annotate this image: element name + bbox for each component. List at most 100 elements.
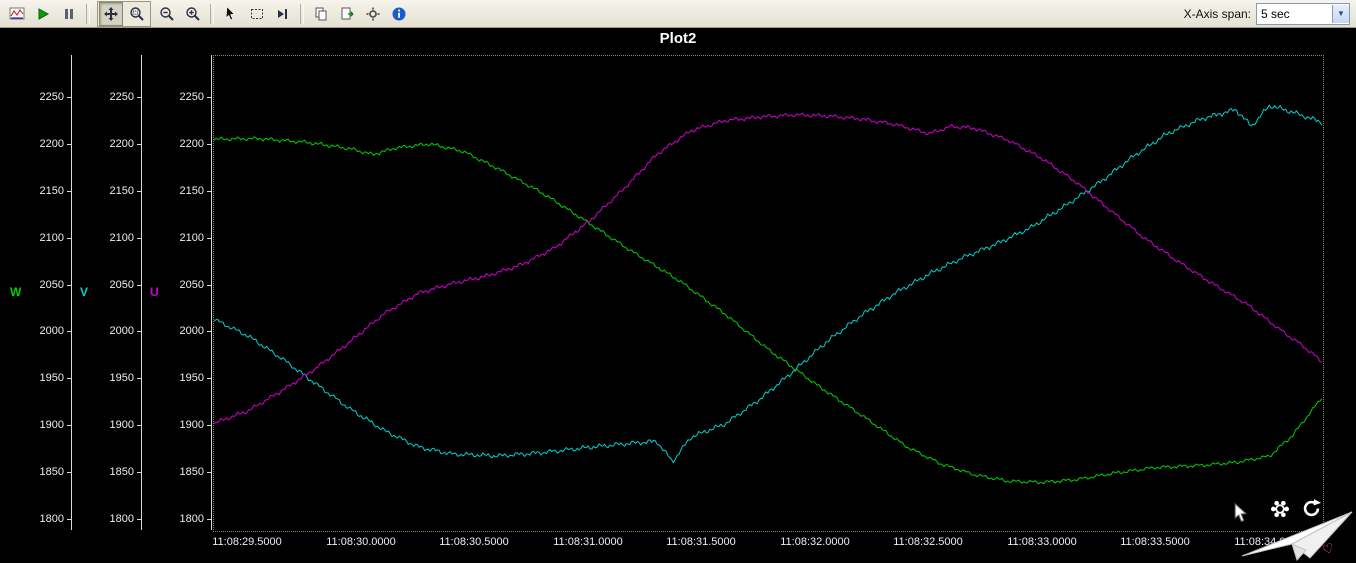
y-tick-label: 2050 — [39, 279, 64, 291]
y-tickmark — [67, 472, 71, 473]
y-tickmark — [67, 425, 71, 426]
toolbar-separator — [210, 3, 214, 24]
y-tick-label: 2250 — [109, 91, 134, 103]
cursor-tool-button[interactable] — [219, 2, 243, 26]
x-tick-label: 11:08:30.0000 — [326, 536, 396, 548]
y-tickmark — [207, 331, 211, 332]
trace-w — [214, 136, 1323, 485]
cursor-step-icon — [278, 8, 287, 19]
x-tick-label: 11:08:33.5000 — [1120, 536, 1190, 548]
pan-icon — [104, 6, 118, 21]
y-tick-label: 1900 — [39, 419, 64, 431]
y-tickmark — [207, 285, 211, 286]
plot-area[interactable] — [213, 55, 1324, 532]
y-tick-label: 2100 — [109, 232, 134, 244]
cursor-step-tool-button[interactable] — [271, 2, 295, 26]
zoom-out-button[interactable] — [155, 2, 179, 26]
y-tick-label: 2000 — [39, 325, 64, 337]
x-tick-label: 11:08:31.5000 — [666, 536, 736, 548]
export-button[interactable] — [335, 2, 359, 26]
export-icon — [341, 7, 354, 19]
settings-button[interactable] — [361, 2, 385, 26]
waveform-chart-button[interactable] — [5, 2, 29, 26]
pause-button[interactable] — [57, 2, 81, 26]
y-tickmark — [137, 472, 141, 473]
y-tick-label: 1850 — [109, 466, 134, 478]
cursor-icon — [225, 5, 235, 20]
y-tick-label: 2050 — [109, 279, 134, 291]
xaxis-span-value: 5 sec — [1261, 6, 1290, 21]
select-rect-tool-button[interactable] — [245, 2, 269, 26]
x-tick-label: 11:08:32.0000 — [780, 536, 850, 548]
y-tick-label: 1950 — [179, 372, 204, 384]
y-tickmark — [207, 238, 211, 239]
pan-tool-button[interactable] — [99, 1, 123, 26]
x-tick-label: 11:08:32.5000 — [893, 536, 963, 548]
y-tickmark — [67, 144, 71, 145]
y-tick-label: 1950 — [109, 372, 134, 384]
y-tick-label: 1950 — [39, 372, 64, 384]
copy-icon — [315, 7, 327, 20]
y-tickmark — [137, 238, 141, 239]
x-tick-label: 11:08:31.0000 — [553, 536, 623, 548]
info-button[interactable] — [387, 2, 411, 26]
zoom-in-button[interactable] — [181, 2, 205, 26]
run-button[interactable] — [31, 2, 55, 26]
info-icon — [392, 7, 406, 20]
y-tick-label: 2050 — [179, 279, 204, 291]
y-tick-label: 1800 — [109, 513, 134, 525]
zoom-box-tool-button[interactable] — [125, 2, 149, 26]
y-tickmark — [137, 144, 141, 145]
y-tick-label: 2100 — [179, 232, 204, 244]
xaxis-span-select[interactable]: 5 sec ▼ — [1256, 2, 1350, 25]
y-tick-label: 2200 — [179, 138, 204, 150]
y-tickmark — [207, 425, 211, 426]
y-tick-label: 1900 — [109, 419, 134, 431]
paper-plane-watermark: ♡ — [1241, 511, 1353, 561]
pause-icon — [65, 8, 73, 19]
toolbar-separator — [300, 3, 304, 24]
y-tick-label: 1850 — [39, 466, 64, 478]
y-axis-label-w: W — [10, 284, 22, 299]
y-tickmark — [137, 97, 141, 98]
y-tickmark — [207, 519, 211, 520]
y-tickmark — [137, 331, 141, 332]
y-tick-label: 2150 — [39, 185, 64, 197]
y-tickmark — [67, 285, 71, 286]
waveform-chart-icon — [9, 7, 25, 19]
traces-svg — [214, 104, 1323, 485]
y-tickmark — [67, 519, 71, 520]
x-tick-label: 11:08:30.5000 — [439, 536, 509, 548]
y-tickmark — [207, 378, 211, 379]
y-tick-label: 2150 — [179, 185, 204, 197]
y-tickmark — [67, 97, 71, 98]
select-rect-icon — [251, 8, 263, 19]
settings-icon — [366, 7, 380, 20]
run-icon — [38, 7, 50, 20]
copy-button[interactable] — [309, 2, 333, 26]
plot-title: Plot2 — [659, 30, 697, 47]
y-tick-label: 2000 — [109, 325, 134, 337]
y-axis-line — [211, 55, 212, 530]
pan-zoom-group — [97, 0, 151, 27]
trace-u — [214, 112, 1322, 425]
y-tickmark — [207, 97, 211, 98]
xaxis-span-label: X-Axis span: — [1183, 6, 1251, 21]
y-tickmark — [67, 238, 71, 239]
y-tickmark — [67, 191, 71, 192]
y-tickmark — [207, 191, 211, 192]
zoom-box-icon — [130, 6, 144, 21]
y-tick-label: 2250 — [179, 91, 204, 103]
y-tick-label: 1850 — [179, 466, 204, 478]
y-tickmark — [137, 519, 141, 520]
y-axis-line — [71, 55, 72, 530]
y-tickmark — [137, 285, 141, 286]
y-tick-label: 1900 — [179, 419, 204, 431]
y-tickmark — [67, 331, 71, 332]
x-tick-label: 11:08:33.0000 — [1007, 536, 1077, 548]
y-tickmark — [207, 472, 211, 473]
toolbar-separator — [86, 3, 90, 24]
y-tick-label: 2000 — [179, 325, 204, 337]
y-tick-label: 1800 — [179, 513, 204, 525]
trace-v — [214, 104, 1323, 464]
